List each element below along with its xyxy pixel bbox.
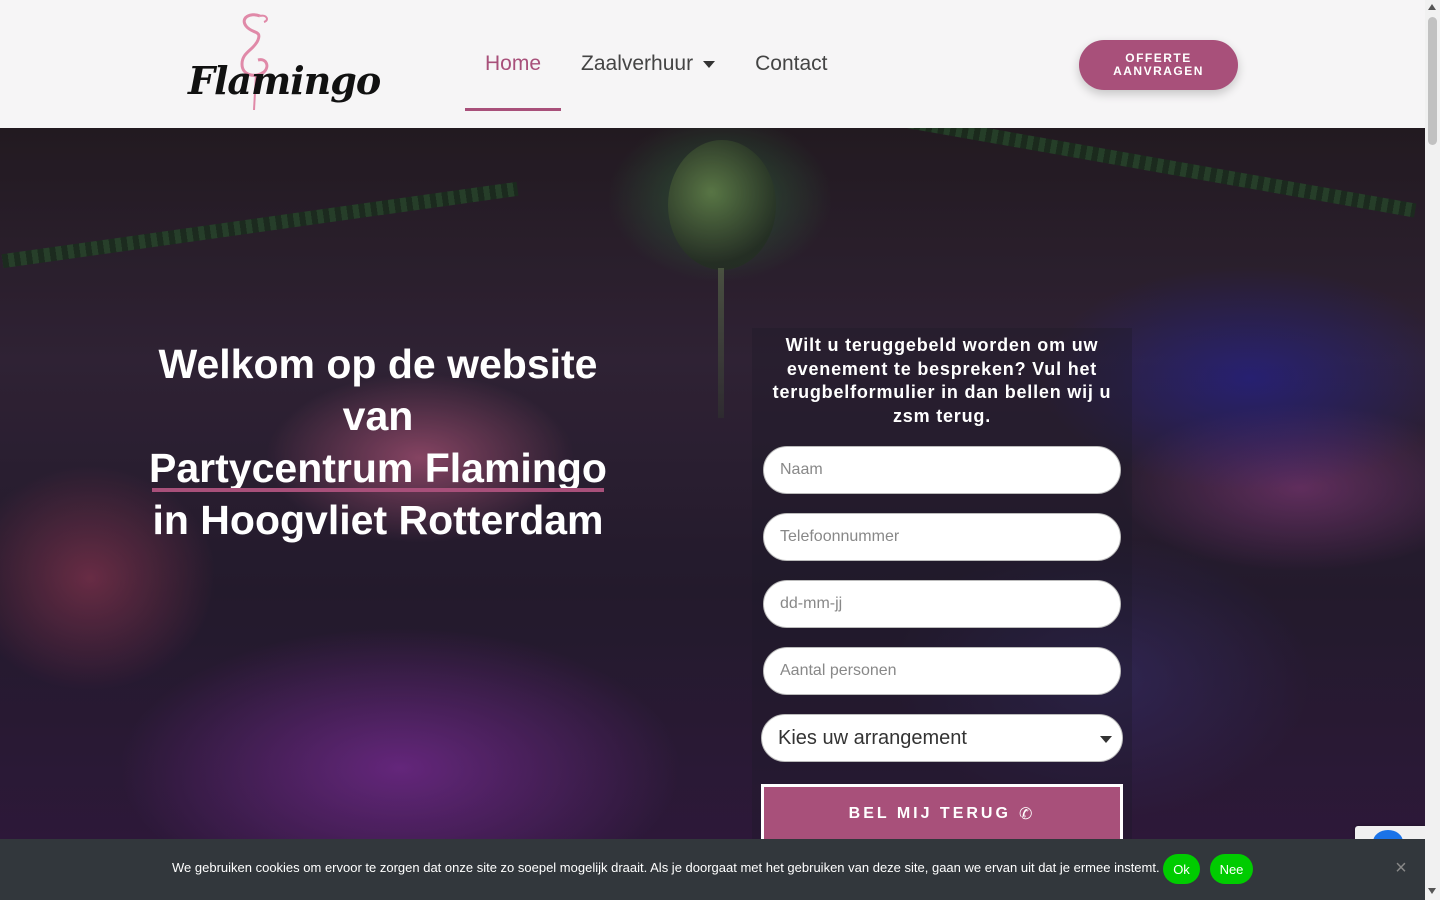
bel-mij-terug-button[interactable]: BEL MIJ TERUG ✆ <box>761 784 1123 844</box>
close-icon[interactable]: × <box>1392 858 1410 878</box>
submit-label: BEL MIJ TERUG <box>848 805 1011 822</box>
title-underline <box>152 488 604 492</box>
hero-section: Welkom op de website van Partycentrum Fl… <box>0 128 1425 900</box>
offerte-aanvragen-button[interactable]: OFFERTE AANVRAGEN <box>1079 40 1238 90</box>
scroll-down-arrow-icon[interactable] <box>1428 888 1436 894</box>
scroll-up-arrow-icon[interactable] <box>1428 4 1436 10</box>
hero-title-line: Partycentrum Flamingo <box>149 445 607 491</box>
hero-title-line: Welkom op de website <box>158 341 598 387</box>
main-nav: Home Zaalverhuur Contact <box>465 0 847 128</box>
logo-text: Flamingo <box>188 58 381 103</box>
nav-item-zaalverhuur[interactable]: Zaalverhuur <box>561 0 735 128</box>
nav-item-label: Home <box>485 52 542 75</box>
hero-title: Welkom op de website van Partycentrum Fl… <box>140 338 616 546</box>
site-header: Flamingo Home Zaalverhuur Contact OFFERT… <box>0 0 1425 128</box>
form-heading: Wilt u teruggebeld worden om uw evenemen… <box>772 335 1112 426</box>
logo[interactable]: Flamingo <box>180 10 381 118</box>
arrangement-selected-value: Kies uw arrangement <box>778 726 967 749</box>
nav-item-label: Zaalverhuur <box>581 52 694 75</box>
cookie-text: We gebruiken cookies om ervoor te zorgen… <box>172 860 1160 875</box>
chevron-down-icon <box>1100 736 1112 743</box>
cookie-banner: We gebruiken cookies om ervoor te zorgen… <box>0 839 1425 900</box>
arrangement-select[interactable]: Kies uw arrangement <box>761 714 1123 762</box>
nav-item-home[interactable]: Home <box>465 0 562 128</box>
scrollbar-thumb[interactable] <box>1428 17 1437 145</box>
cookie-accept-button[interactable]: Ok <box>1163 854 1200 884</box>
cta-line1: OFFERTE <box>1125 51 1192 65</box>
phone-field[interactable]: Telefoonnummer <box>763 513 1121 561</box>
phone-icon: ✆ <box>1018 806 1036 823</box>
hero-title-line: van <box>342 393 414 439</box>
chevron-down-icon <box>703 60 716 68</box>
date-field[interactable]: dd-mm-jj <box>763 580 1121 628</box>
cta-line2: AANVRAGEN <box>1113 64 1204 78</box>
scrollbar[interactable] <box>1425 0 1440 900</box>
hero-title-line: in Hoogvliet Rotterdam <box>152 497 604 543</box>
persons-field[interactable]: Aantal personen <box>763 647 1121 695</box>
cookie-decline-button[interactable]: Nee <box>1210 854 1253 884</box>
nav-item-label: Contact <box>755 52 828 75</box>
callback-form: Wilt u teruggebeld worden om uw evenemen… <box>752 328 1132 900</box>
name-field[interactable]: Naam <box>763 446 1121 494</box>
nav-item-contact[interactable]: Contact <box>735 0 847 128</box>
